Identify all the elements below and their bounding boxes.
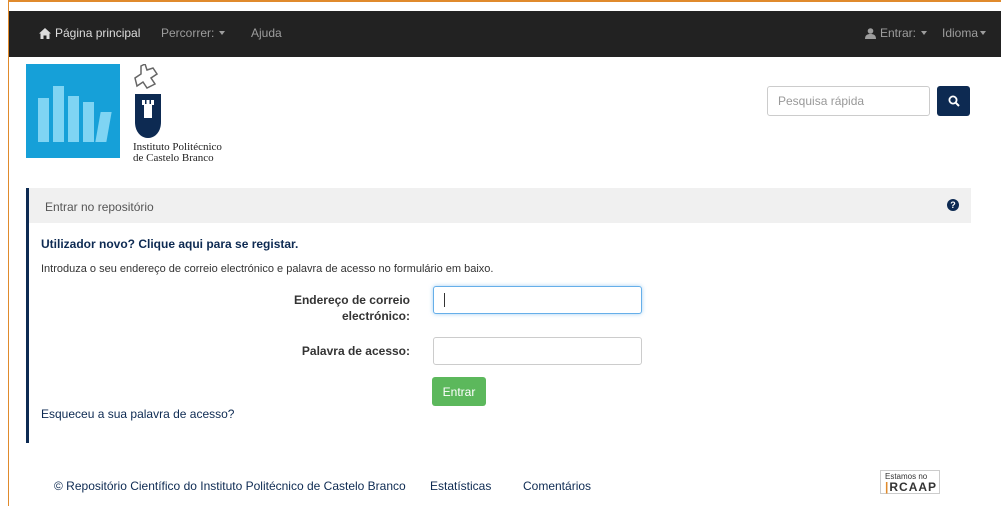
top-navbar: Página principal Percorrer: Ajuda Entrar… xyxy=(9,11,1001,57)
user-icon xyxy=(865,27,876,39)
nav-home-link[interactable]: Página principal xyxy=(39,26,140,40)
nav-help-label: Ajuda xyxy=(251,26,282,40)
email-field[interactable] xyxy=(433,286,642,314)
footer-statistics-link[interactable]: Estatísticas xyxy=(430,479,491,493)
forgot-password-link[interactable]: Esqueceu a sua palavra de acesso? xyxy=(41,407,234,421)
password-field[interactable] xyxy=(433,337,642,365)
search-button[interactable] xyxy=(937,86,970,116)
text-cursor xyxy=(444,293,445,307)
logo-bar xyxy=(53,86,64,142)
logo-bar xyxy=(38,98,49,142)
question-circle-icon[interactable]: ? xyxy=(947,199,959,211)
institution-name-line2: de Castelo Branco xyxy=(133,152,214,164)
rcaap-badge[interactable]: Estamos no |RCAAP xyxy=(880,470,940,494)
chevron-down-icon xyxy=(219,31,226,35)
institution-name: Instituto Politécnico de Castelo Branco xyxy=(133,142,222,164)
rcaap-badge-text: RCAAP xyxy=(889,480,938,494)
register-link[interactable]: Utilizador novo? Clique aqui para se reg… xyxy=(41,237,298,251)
nav-home-label: Página principal xyxy=(55,26,141,40)
repository-logo[interactable] xyxy=(26,64,120,158)
institution-emblem-icon xyxy=(134,64,161,138)
nav-browse-dropdown[interactable]: Percorrer: xyxy=(161,26,226,40)
login-instructions: Introduza o seu endereço de correio elec… xyxy=(41,263,494,275)
nav-login-label: Entrar: xyxy=(880,26,917,40)
login-submit-button[interactable]: Entrar xyxy=(432,377,486,406)
quick-search-input[interactable] xyxy=(767,86,930,116)
email-field-label: Endereço de correio electrónico: xyxy=(260,292,410,324)
rcaap-badge-logo: |RCAAP xyxy=(885,480,938,494)
logo-bar xyxy=(95,112,112,142)
nav-login-dropdown[interactable]: Entrar: xyxy=(865,26,928,40)
nav-browse-label: Percorrer: xyxy=(161,26,215,40)
password-field-label: Palavra de acesso: xyxy=(301,344,410,358)
login-panel-header: Entrar no repositório ? xyxy=(26,188,971,223)
page-frame-top xyxy=(9,0,1001,11)
page-frame-left xyxy=(0,0,9,506)
chevron-down-icon xyxy=(921,31,928,35)
panel-title: Entrar no repositório xyxy=(45,200,154,214)
nav-help-link[interactable]: Ajuda xyxy=(251,26,282,40)
search-icon xyxy=(948,95,960,107)
nav-language-dropdown[interactable]: Idioma xyxy=(942,26,987,40)
nav-language-label: Idioma xyxy=(942,26,979,40)
logo-bar xyxy=(83,102,94,142)
footer-comments-link[interactable]: Comentários xyxy=(523,479,591,493)
chevron-down-icon xyxy=(980,31,987,35)
email-label-line2: electrónico: xyxy=(341,309,410,323)
home-icon xyxy=(39,27,51,39)
email-label-line1: Endereço de correio xyxy=(293,293,410,307)
logo-bar xyxy=(68,96,79,142)
footer-copyright-link[interactable]: © Repositório Científico do Instituto Po… xyxy=(54,479,406,493)
